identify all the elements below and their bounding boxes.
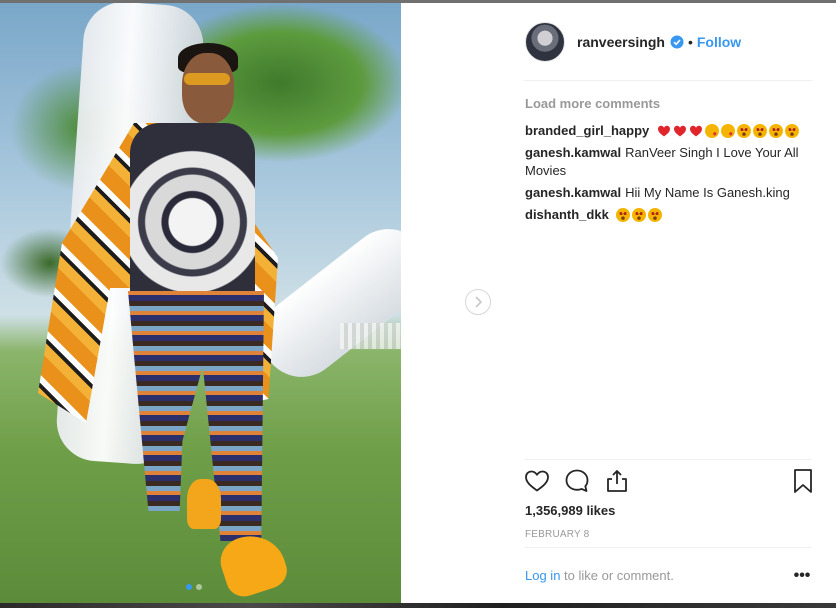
- comment-item: ganesh.kamwal RanVeer Singh I Love Your A…: [525, 144, 820, 180]
- share-button[interactable]: [604, 468, 630, 494]
- login-prompt-text: to like or comment.: [560, 568, 674, 583]
- bookmark-icon: [794, 469, 812, 493]
- chevron-right-icon: [475, 296, 483, 308]
- star-eyes-emoji-icon: [784, 124, 799, 138]
- login-link[interactable]: Log in: [525, 568, 560, 583]
- star-eyes-emoji-icon: [768, 124, 783, 138]
- footer-divider: [524, 547, 812, 548]
- bottom-strip: [0, 603, 836, 608]
- star-eyes-emoji-icon: [632, 208, 647, 222]
- comment-emoji-text: [657, 124, 799, 138]
- save-button[interactable]: [790, 468, 816, 494]
- person-head: [182, 53, 234, 123]
- more-options-button[interactable]: •••: [792, 567, 812, 585]
- star-eyes-emoji-icon: [616, 208, 631, 222]
- comment-emoji-text: [616, 208, 663, 222]
- carousel-dot: [196, 584, 202, 590]
- actions-divider: [524, 459, 812, 460]
- star-eyes-emoji-icon: [648, 208, 663, 222]
- comment-item: branded_girl_happy: [525, 122, 820, 140]
- kiss-emoji-icon: [720, 124, 735, 138]
- comment-username[interactable]: ganesh.kamwal: [525, 185, 621, 200]
- fence: [340, 323, 401, 349]
- comments-list: branded_girl_happy ganesh.kamwal RanVeer …: [525, 122, 820, 228]
- header-divider: [524, 80, 812, 81]
- next-slide-button[interactable]: [465, 289, 491, 315]
- star-eyes-emoji-icon: [752, 124, 767, 138]
- post-header: ranveersingh • Follow: [525, 21, 741, 63]
- avatar[interactable]: [525, 22, 565, 62]
- kiss-emoji-icon: [704, 124, 719, 138]
- star-eyes-emoji-icon: [736, 124, 751, 138]
- comment-icon: [565, 469, 589, 492]
- comment-item: ganesh.kamwal Hii My Name Is Ganesh.king: [525, 184, 820, 202]
- likes-count[interactable]: 1,356,989 likes: [525, 503, 615, 518]
- follow-button[interactable]: Follow: [697, 34, 741, 50]
- post-photo[interactable]: [0, 3, 401, 603]
- like-button[interactable]: [524, 468, 550, 494]
- action-bar: [524, 468, 814, 498]
- comment-username[interactable]: ganesh.kamwal: [525, 145, 621, 160]
- person-shoe-left: [187, 479, 221, 529]
- carousel-indicator: [186, 584, 202, 590]
- separator-dot: •: [687, 34, 693, 50]
- comment-item: dishanth_dkk: [525, 206, 820, 224]
- heart-icon: [525, 470, 549, 492]
- person-sunglasses: [184, 73, 230, 85]
- comment-button[interactable]: [564, 468, 590, 494]
- heart-emoji-icon: [673, 125, 686, 137]
- comment-username[interactable]: dishanth_dkk: [525, 207, 609, 222]
- share-icon: [607, 470, 627, 492]
- comment-username[interactable]: branded_girl_happy: [525, 123, 649, 138]
- person-shirt: [130, 123, 255, 303]
- comment-text: Hii My Name Is Ganesh.king: [625, 185, 790, 200]
- post-date: FEBRUARY 8: [525, 529, 590, 540]
- login-prompt: Log in to like or comment.: [525, 568, 674, 583]
- load-more-comments-button[interactable]: Load more comments: [525, 96, 660, 111]
- username-link[interactable]: ranveersingh: [577, 34, 665, 50]
- carousel-dot-active: [186, 584, 192, 590]
- heart-emoji-icon: [657, 125, 670, 137]
- heart-emoji-icon: [689, 125, 702, 137]
- verified-badge-icon: [670, 35, 684, 49]
